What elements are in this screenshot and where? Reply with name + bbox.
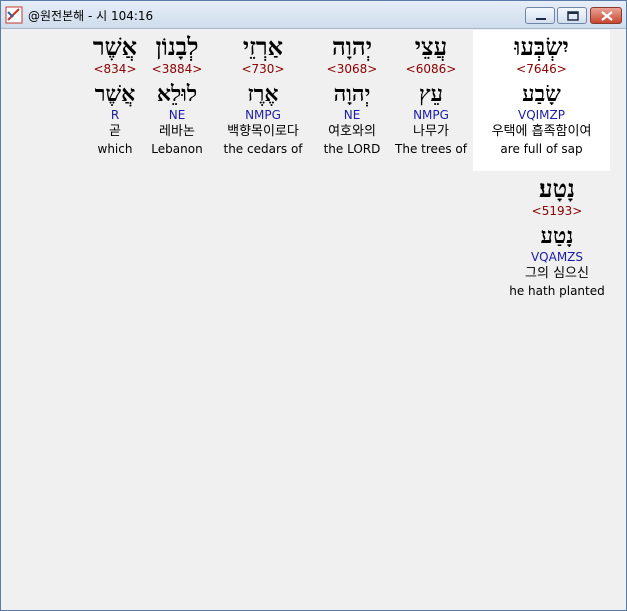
hebrew-word: עֲצֵי — [414, 32, 448, 61]
strong-number[interactable]: <3884> — [147, 62, 207, 77]
window-title: @원전본해 - 시 104:16 — [28, 9, 154, 23]
korean-gloss: 레바논 — [159, 124, 195, 139]
interlinear-pane[interactable]: יִשְׂבְּעוּ <7646> שָׂבַע VQIMZP 우택에 흡족함… — [2, 29, 625, 609]
strong-number[interactable]: <3068> — [316, 62, 388, 77]
strong-number[interactable]: <730> — [214, 62, 312, 77]
word-block[interactable]: יְהוָה <3068> יְהוָה NE 여호와의 the LORD — [316, 33, 388, 157]
english-gloss: which — [97, 142, 133, 156]
app-window: @원전본해 - 시 104:16 יִשְׂבְּעוּ <7646> שָׂב… — [0, 0, 627, 611]
word-block[interactable]: לְבָנוֹן <3884> לוּלֵא NE 레바논 Lebanon — [147, 33, 207, 157]
english-gloss: he hath planted — [509, 284, 605, 298]
strong-number[interactable]: <5193> — [502, 204, 612, 219]
hebrew-lemma: נָטַע — [540, 223, 574, 249]
word-block[interactable]: עֲצֵי <6086> עֵץ NMPG 나무가 The trees of — [393, 33, 469, 157]
english-gloss: Lebanon — [151, 142, 203, 156]
korean-gloss: 여호와의 — [328, 124, 376, 139]
maximize-icon — [567, 11, 579, 21]
word-block[interactable]: אֲשֶׁר <834> אֲשֶׁר R 곧 which — [88, 33, 142, 157]
hebrew-lemma: אֲשֶׁר — [94, 81, 136, 107]
minimize-button[interactable] — [525, 7, 555, 24]
title-bar[interactable]: @원전본해 - 시 104:16 — [1, 1, 626, 29]
morph-code: VQIMZP — [517, 108, 565, 122]
maximize-button[interactable] — [557, 7, 587, 24]
app-icon — [5, 6, 23, 24]
korean-gloss: 우택에 흡족함이여 — [491, 124, 592, 139]
korean-gloss: 백향목이로다 — [227, 124, 299, 139]
word-block[interactable]: נָטָע׃ <5193> נָטַע VQAMZS 그의 심으신 he hat… — [502, 175, 612, 299]
korean-gloss: 그의 심으신 — [525, 266, 589, 281]
close-button[interactable] — [590, 7, 622, 24]
strong-number[interactable]: <834> — [88, 62, 142, 77]
hebrew-lemma: יְהוָה — [333, 81, 371, 107]
korean-gloss: 곧 — [109, 124, 121, 139]
english-gloss: The trees of — [395, 142, 467, 156]
morph-code: NMPG — [413, 108, 449, 122]
hebrew-word: יִשְׂבְּעוּ — [514, 32, 569, 61]
morph-code: R — [110, 108, 120, 122]
morph-code: NE — [343, 108, 361, 122]
hebrew-lemma: עֵץ — [419, 81, 443, 107]
english-gloss: the LORD — [323, 142, 381, 156]
hebrew-word: לְבָנוֹן — [155, 32, 199, 61]
hebrew-lemma: לוּלֵא — [156, 81, 198, 107]
word-block[interactable]: יִשְׂבְּעוּ <7646> שָׂבַע VQIMZP 우택에 흡족함… — [473, 33, 610, 157]
english-gloss: are full of sap — [500, 142, 583, 156]
minimize-icon — [536, 18, 546, 20]
morph-code: NE — [168, 108, 186, 122]
hebrew-lemma: אֶרֶז — [247, 81, 279, 107]
word-block[interactable]: אַרְזֵי <730> אֶרֶז NMPG 백향목이로다 the ceda… — [214, 33, 312, 157]
strong-number[interactable]: <7646> — [473, 62, 610, 77]
morph-code: VQAMZS — [530, 250, 584, 264]
hebrew-word: אֲשֶׁר — [92, 32, 138, 61]
korean-gloss: 나무가 — [413, 124, 449, 139]
strong-number[interactable]: <6086> — [393, 62, 469, 77]
morph-code: NMPG — [245, 108, 281, 122]
hebrew-lemma: שָׂבַע — [522, 81, 561, 107]
hebrew-word: אַרְזֵי — [242, 32, 284, 61]
hebrew-word: נָטָע׃ — [539, 174, 575, 203]
close-icon — [601, 11, 613, 21]
hebrew-word: יְהוָה — [331, 32, 373, 61]
english-gloss: the cedars of — [223, 142, 303, 156]
